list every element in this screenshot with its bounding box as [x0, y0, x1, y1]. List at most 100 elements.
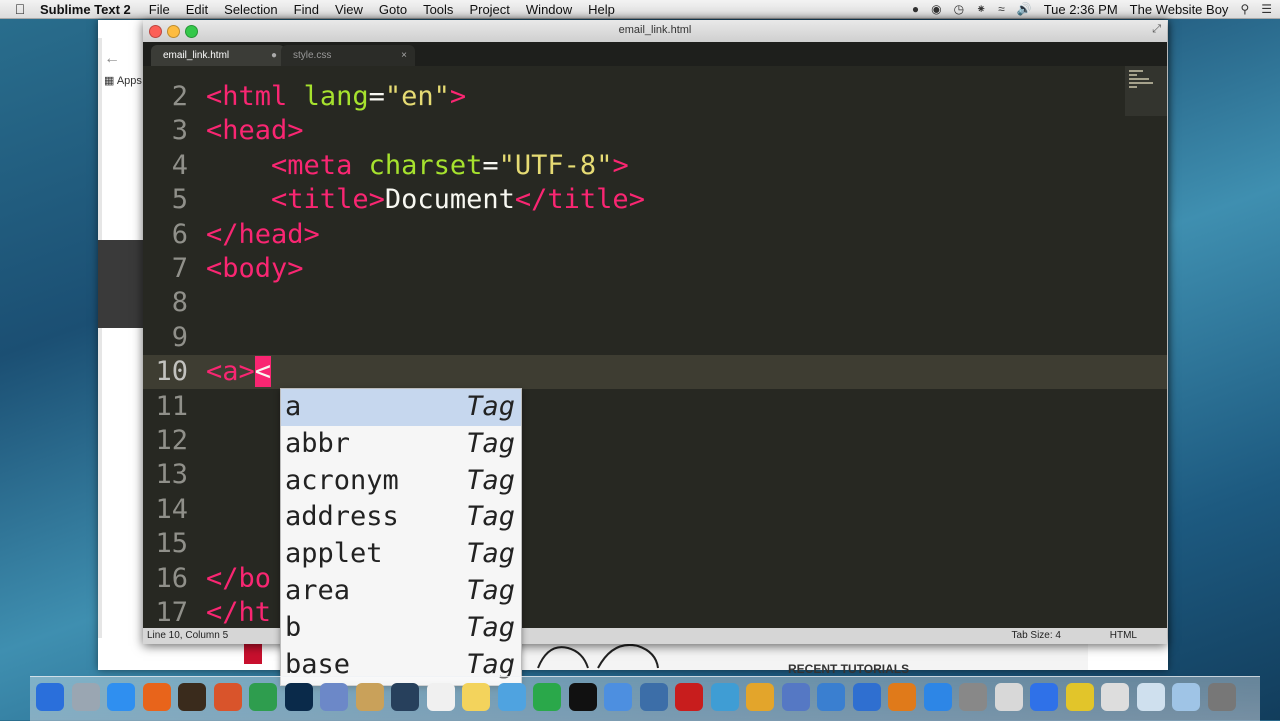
autocomplete-item-a[interactable]: a Tag: [281, 389, 521, 426]
dock-app-icon[interactable]: [1172, 683, 1200, 711]
completion-kind: Tag: [466, 391, 515, 422]
code-text: <body>: [206, 253, 304, 284]
code-line[interactable]: 6 </head>: [143, 218, 1167, 252]
tab-size-selector[interactable]: Tab Size: 4: [1012, 628, 1061, 644]
dock-app-icon[interactable]: [284, 683, 313, 711]
dock-app-icon[interactable]: [249, 683, 277, 711]
bluetooth-icon[interactable]: ⁕: [976, 2, 986, 16]
menu-help[interactable]: Help: [588, 2, 615, 17]
clock-history-icon[interactable]: ◷: [954, 2, 964, 16]
dock-app-icon[interactable]: [1030, 683, 1058, 711]
code-line[interactable]: 9: [143, 321, 1167, 355]
dock-app-icon[interactable]: [142, 683, 171, 711]
menu-tools[interactable]: Tools: [423, 2, 453, 17]
tab-modified-dot-icon[interactable]: ●: [271, 45, 277, 66]
volume-icon[interactable]: 🔊: [1017, 2, 1032, 16]
dock-app-icon[interactable]: [462, 683, 490, 711]
dock-app-icon[interactable]: [320, 683, 348, 711]
completion-word: a: [285, 391, 302, 422]
dock-app-icon[interactable]: [568, 683, 597, 711]
dock-app-icon[interactable]: [604, 683, 632, 711]
menu-edit[interactable]: Edit: [186, 2, 208, 17]
notification-icon[interactable]: ●: [912, 2, 919, 16]
tab-label: style.css: [293, 50, 332, 61]
dock-app-icon[interactable]: [1207, 683, 1236, 711]
dock-app-icon[interactable]: [533, 683, 561, 711]
wifi-icon[interactable]: ≈: [998, 2, 1005, 16]
dock-app-icon[interactable]: [994, 683, 1023, 711]
menu-project[interactable]: Project: [469, 2, 509, 17]
notification-center-icon[interactable]: ☰: [1261, 2, 1272, 16]
browser-dark-panel: [98, 240, 144, 328]
code-line[interactable]: 2 <html lang="en">: [143, 80, 1167, 114]
syntax-selector[interactable]: HTML: [1110, 628, 1137, 644]
dock-app-icon[interactable]: [781, 683, 810, 711]
dock-app-icon[interactable]: [213, 683, 242, 711]
code-line[interactable]: 7 <body>: [143, 252, 1167, 286]
dock-app-icon[interactable]: [710, 683, 739, 711]
line-number: 4: [171, 149, 188, 181]
dock-app-icon[interactable]: [426, 683, 455, 711]
dock-app-icon[interactable]: [746, 683, 774, 711]
dock-app-icon[interactable]: [71, 683, 100, 711]
dock-app-icon[interactable]: [391, 683, 419, 711]
code-line[interactable]: 5 <title>Document</title>: [143, 183, 1167, 217]
dock-app-icon[interactable]: [817, 683, 845, 711]
bookmarks-apps[interactable]: ▦ Apps: [104, 74, 142, 87]
menu-view[interactable]: View: [335, 2, 363, 17]
code-line[interactable]: 8: [143, 286, 1167, 320]
dock-app-icon[interactable]: [107, 683, 135, 711]
code-line[interactable]: 4 <meta charset="UTF-8">: [143, 149, 1167, 183]
spotlight-search-icon[interactable]: ⚲: [1240, 2, 1249, 16]
completion-word: applet: [285, 538, 383, 570]
dock-app-icon[interactable]: [36, 683, 64, 711]
code-line[interactable]: 3 <head>: [143, 114, 1167, 148]
completion-kind: Tag: [466, 427, 515, 459]
tab-style-css[interactable]: style.css ×: [281, 45, 415, 66]
autocomplete-item-area[interactable]: area Tag: [281, 573, 521, 610]
autocomplete-item-b[interactable]: b Tag: [281, 610, 521, 647]
dock-app-icon[interactable]: [675, 683, 703, 711]
dock-app-icon[interactable]: [178, 683, 206, 711]
menu-goto[interactable]: Goto: [379, 2, 407, 17]
apple-icon[interactable]: : [0, 1, 40, 17]
cursor-position: Line 10, Column 5: [147, 630, 229, 641]
line-number: 3: [171, 115, 188, 147]
tab-label: email_link.html: [163, 50, 230, 61]
line-number: 12: [155, 425, 188, 456]
dock-app-icon[interactable]: [852, 683, 881, 711]
autocomplete-item-abbr[interactable]: abbr Tag: [281, 426, 521, 463]
dock-app-icon[interactable]: [1065, 683, 1094, 711]
code-text: <a><: [206, 356, 272, 388]
completion-word: address: [285, 501, 399, 533]
code-text: <head>: [206, 115, 304, 147]
dock-app-icon[interactable]: [1101, 683, 1129, 711]
window-titlebar[interactable]: email_link.html ⤢: [143, 20, 1167, 43]
dock-app-icon[interactable]: [355, 683, 384, 711]
menu-find[interactable]: Find: [294, 2, 319, 17]
menu-window[interactable]: Window: [526, 2, 572, 17]
tab-close-icon[interactable]: ×: [401, 45, 407, 66]
menu-file[interactable]: File: [149, 2, 170, 17]
dock-app-icon[interactable]: [497, 683, 526, 711]
minimap[interactable]: [1125, 66, 1167, 116]
dock-app-icon[interactable]: [888, 683, 916, 711]
dock-app-icon[interactable]: [923, 683, 952, 711]
menubar-clock[interactable]: Tue 2:36 PM: [1044, 2, 1118, 17]
app-menu[interactable]: Sublime Text 2: [40, 2, 131, 17]
tab-bar: email_link.html ● style.css ×: [143, 42, 1167, 66]
back-arrow-icon[interactable]: ←: [104, 50, 120, 68]
autocomplete-item-applet[interactable]: applet Tag: [281, 536, 521, 573]
menubar-user[interactable]: The Website Boy: [1130, 2, 1229, 17]
code-line[interactable]: 10 <a><: [143, 355, 1167, 390]
tab-email-link-html[interactable]: email_link.html ●: [151, 45, 285, 66]
fullscreen-icon[interactable]: ⤢: [1152, 23, 1161, 36]
dock-app-icon[interactable]: [1136, 683, 1165, 711]
line-number: 8: [171, 287, 188, 319]
dock-app-icon[interactable]: [639, 683, 668, 711]
menu-selection[interactable]: Selection: [224, 2, 277, 17]
record-icon[interactable]: ◉: [931, 2, 941, 16]
dock-app-icon[interactable]: [959, 683, 987, 711]
autocomplete-item-address[interactable]: address Tag: [281, 499, 521, 536]
autocomplete-item-acronym[interactable]: acronym Tag: [281, 463, 521, 500]
